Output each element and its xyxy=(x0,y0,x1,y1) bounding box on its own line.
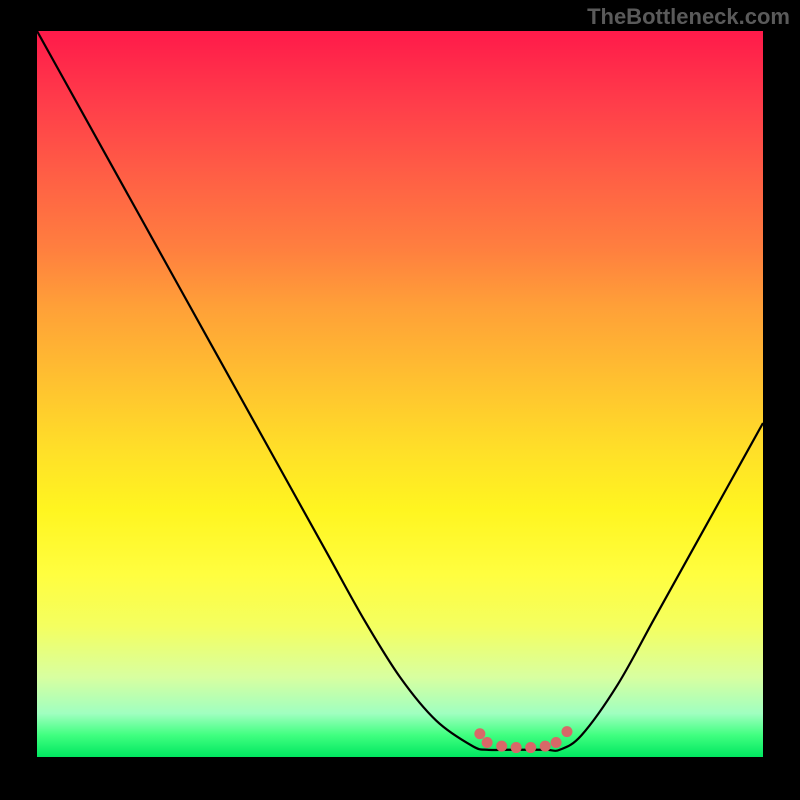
optimal-marker xyxy=(474,728,485,739)
bottleneck-curve xyxy=(37,31,763,751)
optimal-marker xyxy=(511,742,522,753)
optimal-marker xyxy=(561,726,572,737)
optimal-marker xyxy=(496,741,507,752)
optimal-marker xyxy=(525,742,536,753)
watermark-text: TheBottleneck.com xyxy=(587,4,790,30)
chart-svg xyxy=(37,31,763,757)
optimal-marker xyxy=(482,737,493,748)
optimal-marker xyxy=(540,741,551,752)
optimal-marker xyxy=(551,737,562,748)
chart-plot-area xyxy=(37,31,763,757)
